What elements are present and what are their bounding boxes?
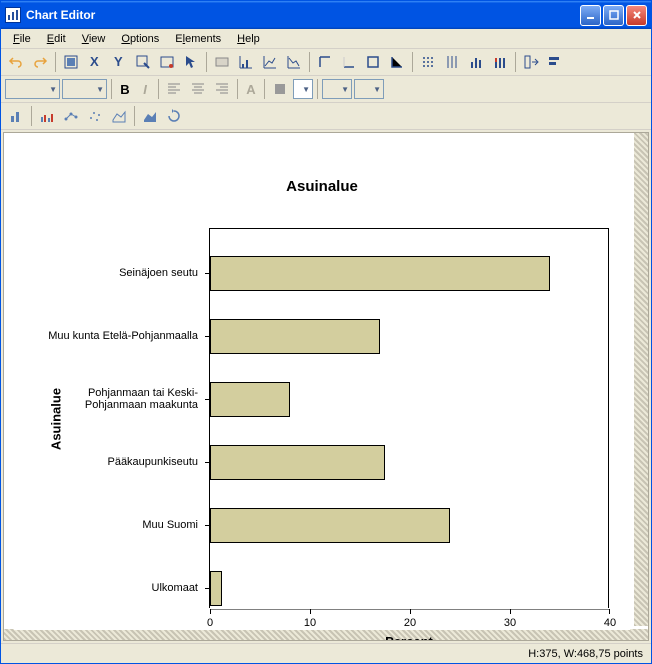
menubar: File Edit View Options Elements Help (1, 29, 651, 49)
bar-paakaupunki[interactable] (210, 445, 385, 480)
line-weight-select[interactable]: ▼ (354, 79, 384, 99)
y-axis-label[interactable]: Asuinalue (49, 387, 64, 449)
text-color-button[interactable]: A (242, 80, 260, 98)
chart-canvas[interactable]: Asuinalue Seinäjoen seutu Muu kunta Etel… (14, 143, 630, 630)
font-family-select[interactable]: ▼ (5, 79, 60, 99)
svg-text:Y: Y (114, 54, 123, 69)
bar-muu-suomi[interactable] (210, 508, 450, 543)
select-frame-icon[interactable] (60, 51, 82, 73)
italic-button[interactable]: I (136, 80, 154, 98)
data-label-button[interactable] (211, 51, 233, 73)
pointer-button[interactable] (180, 51, 202, 73)
menu-edit[interactable]: Edit (39, 31, 74, 47)
app-icon (5, 7, 21, 23)
grid-dots-icon[interactable] (417, 51, 439, 73)
line-up-icon[interactable] (259, 51, 281, 73)
bar-pohjanmaan[interactable] (210, 382, 290, 417)
axis-tl-icon[interactable] (314, 51, 336, 73)
cat-label-4: Muu Suomi (28, 519, 198, 531)
chart-scatter-icon[interactable] (84, 105, 106, 127)
bold-button[interactable]: B (116, 80, 134, 98)
statusbar: H:375, W:468,75 points (1, 643, 651, 663)
zoom-button[interactable] (132, 51, 154, 73)
toolbar-row-1: X Y (1, 49, 651, 76)
titlebar[interactable]: Chart Editor (1, 1, 651, 29)
cat-label-3: Pääkaupunkiseutu (28, 456, 198, 468)
chart-options-button[interactable] (156, 51, 178, 73)
axis-box-icon[interactable] (362, 51, 384, 73)
bars-left-icon[interactable] (235, 51, 257, 73)
x-axis-label[interactable]: Percent (385, 634, 433, 641)
bar-muu-kunta[interactable] (210, 319, 380, 354)
cat-label-1: Muu kunta Etelä-Pohjanmaalla (28, 330, 198, 342)
xtick-4: 40 (604, 617, 616, 629)
ruler-bottom (4, 629, 648, 640)
window-title: Chart Editor (26, 8, 580, 22)
chart-line-dots-icon[interactable] (60, 105, 82, 127)
grid-stacked-icon[interactable] (489, 51, 511, 73)
chart-type-bar-icon[interactable] (5, 105, 27, 127)
align-right-button[interactable] (211, 78, 233, 100)
status-dimensions: H:375, W:468,75 points (528, 648, 643, 660)
grid-v-icon[interactable] (441, 51, 463, 73)
fill-color-button[interactable] (269, 78, 291, 100)
menu-elements[interactable]: Elements (167, 31, 229, 47)
undo-button[interactable] (5, 51, 27, 73)
menu-view[interactable]: View (74, 31, 114, 47)
minimize-button[interactable] (580, 5, 601, 26)
close-button[interactable] (626, 5, 647, 26)
app-window: Chart Editor File Edit View Options Elem… (0, 0, 652, 664)
transpose-button[interactable] (520, 51, 542, 73)
menu-help[interactable]: Help (229, 31, 268, 47)
hbar-stacked-icon[interactable] (544, 51, 566, 73)
toolbar-row-3 (1, 103, 651, 130)
maximize-button[interactable] (603, 5, 624, 26)
svg-text:X: X (90, 54, 99, 69)
cat-label-0: Seinäjoen seutu (28, 267, 198, 279)
chart-title[interactable]: Asuinalue (14, 178, 630, 195)
grid-bars-icon[interactable] (465, 51, 487, 73)
bar-seinajoen[interactable] (210, 256, 550, 291)
chart-area[interactable]: Asuinalue Seinäjoen seutu Muu kunta Etel… (3, 132, 649, 641)
ruler-right (634, 133, 648, 626)
chart-area-fill-icon[interactable] (139, 105, 161, 127)
fill-color-dropdown[interactable]: ▼ (293, 79, 313, 99)
cat-label-5: Ulkomaat (28, 582, 198, 594)
line-down-icon[interactable] (283, 51, 305, 73)
x-axis-button[interactable]: X (84, 51, 106, 73)
line-style-select[interactable]: ▼ (322, 79, 352, 99)
chart-area-step-icon[interactable] (108, 105, 130, 127)
menu-options[interactable]: Options (113, 31, 167, 47)
axis-b-icon[interactable] (338, 51, 360, 73)
axis-lb-icon[interactable] (386, 51, 408, 73)
bar-ulkomaat[interactable] (210, 571, 222, 606)
align-center-button[interactable] (187, 78, 209, 100)
menu-file[interactable]: File (5, 31, 39, 47)
xtick-0: 0 (207, 617, 213, 629)
plot-area[interactable]: Seinäjoen seutu Muu kunta Etelä-Pohjanma… (209, 228, 609, 608)
chart-rotate-icon[interactable] (163, 105, 185, 127)
y-axis-button[interactable]: Y (108, 51, 130, 73)
xtick-1: 10 (304, 617, 316, 629)
xtick-2: 20 (404, 617, 416, 629)
toolbar-row-2: ▼ ▼ B I A ▼ ▼ ▼ (1, 76, 651, 103)
redo-button[interactable] (29, 51, 51, 73)
chart-clustered-icon[interactable] (36, 105, 58, 127)
xtick-3: 30 (504, 617, 516, 629)
align-left-button[interactable] (163, 78, 185, 100)
font-size-select[interactable]: ▼ (62, 79, 107, 99)
